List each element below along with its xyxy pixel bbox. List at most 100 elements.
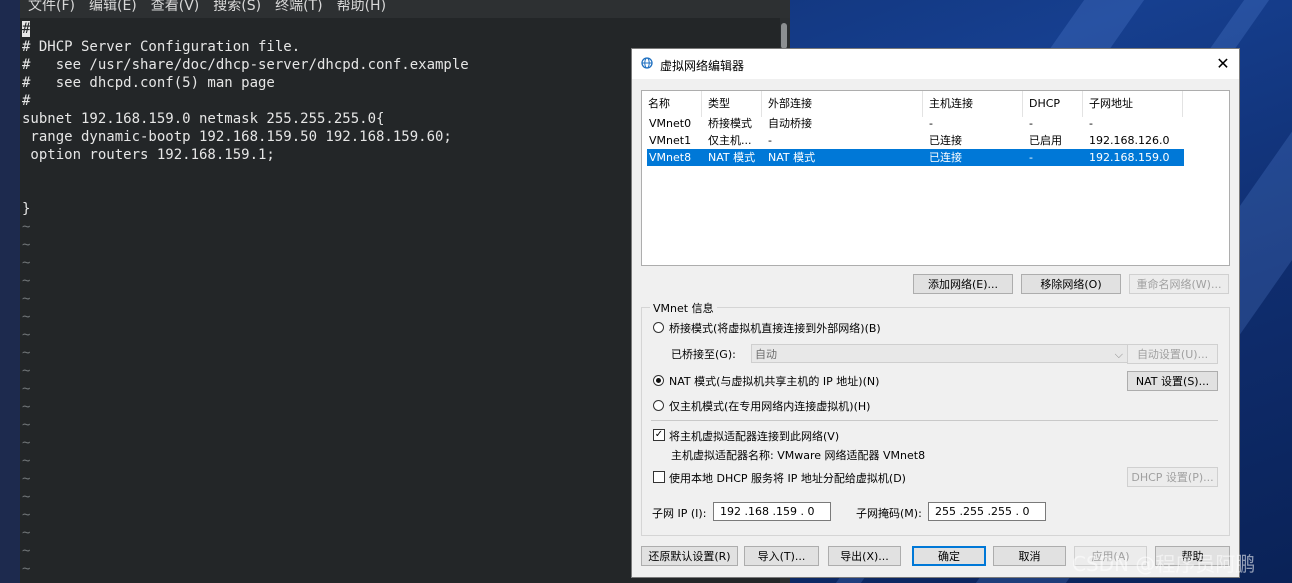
column-header-external[interactable]: 外部连接 [762, 91, 923, 117]
table-cell: 仅主机... [708, 134, 752, 147]
table-cell: 已连接 [929, 134, 962, 147]
bridge-mode-label[interactable]: 桥接模式(将虚拟机直接连接到外部网络)(B) [669, 320, 881, 336]
virtual-network-editor-dialog: 虚拟网络编辑器 ✕ 名称 类型 外部连接 主机连接 DHCP 子网地址 VMne… [631, 48, 1240, 578]
adapter-name-text: 主机虚拟适配器名称: VMware 网络适配器 VMnet8 [671, 449, 926, 462]
table-cell: NAT 模式 [768, 151, 816, 164]
auto-settings-button[interactable]: 自动设置(U)... [1127, 344, 1218, 364]
table-cell: 192.168.126.0 [1089, 134, 1170, 147]
remove-network-button[interactable]: 移除网络(O) [1021, 274, 1121, 294]
dialog-title: 虚拟网络编辑器 [660, 59, 745, 73]
empty-line-tilde: ~ [22, 309, 31, 325]
empty-line-tilde: ~ [22, 543, 31, 559]
close-button[interactable]: ✕ [1213, 54, 1233, 74]
empty-line-tilde: ~ [22, 417, 31, 433]
table-cell: 桥接模式 [708, 117, 752, 130]
empty-line-tilde: ~ [22, 471, 31, 487]
table-header: 名称 类型 外部连接 主机连接 DHCP 子网地址 [642, 91, 1229, 117]
dialog-titlebar: 虚拟网络编辑器 ✕ [632, 49, 1239, 79]
menu-search[interactable]: 搜索(S) [213, 0, 261, 18]
table-cell: 192.168.159.0 [1089, 151, 1170, 164]
connect-adapter-checkbox[interactable]: ✓ [653, 429, 665, 441]
table-row-selected[interactable]: VMnet8 NAT 模式 NAT 模式 已连接 - 192.168.159.0 [647, 149, 1184, 166]
bridge-mode-radio[interactable] [653, 322, 664, 333]
subnet-mask-label: 子网掩码(M): [856, 507, 922, 520]
empty-line-tilde: ~ [22, 561, 31, 577]
scrollbar-thumb[interactable] [781, 23, 787, 49]
table-cell: - [929, 117, 933, 130]
table-cell: - [768, 134, 772, 147]
table-row[interactable]: VMnet1 仅主机... - 已连接 已启用 192.168.126.0 [647, 132, 1184, 149]
table-cell: VMnet1 [649, 134, 692, 147]
terminal-line: option routers 192.168.159.1; [22, 147, 275, 163]
network-table[interactable]: 名称 类型 外部连接 主机连接 DHCP 子网地址 VMnet0 桥接模式 自动… [641, 90, 1230, 266]
terminal-menubar: 文件(F) 编辑(E) 查看(V) 搜索(S) 终端(T) 帮助(H) [20, 0, 790, 18]
dhcp-settings-button[interactable]: DHCP 设置(P)... [1127, 467, 1218, 487]
terminal-line: } [22, 201, 31, 217]
empty-line-tilde: ~ [22, 345, 31, 361]
empty-line-tilde: ~ [22, 453, 31, 469]
table-cell: 自动桥接 [768, 117, 812, 130]
menu-view[interactable]: 查看(V) [151, 0, 200, 18]
use-dhcp-checkbox[interactable] [653, 471, 665, 483]
terminal-line: # [22, 20, 469, 38]
divider [651, 420, 1218, 421]
menu-help[interactable]: 帮助(H) [337, 0, 386, 18]
table-cell: VMnet8 [649, 151, 692, 164]
empty-line-tilde: ~ [22, 381, 31, 397]
empty-line-tilde: ~ [22, 273, 31, 289]
empty-line-tilde: ~ [22, 399, 31, 415]
column-header-type[interactable]: 类型 [702, 91, 762, 117]
column-header-subnet[interactable]: 子网地址 [1083, 91, 1183, 117]
empty-line-tilde: ~ [22, 327, 31, 343]
table-cell: - [1089, 117, 1093, 130]
terminal-line: # DHCP Server Configuration file. [22, 39, 301, 55]
empty-line-tilde: ~ [22, 435, 31, 451]
bridged-to-value: 自动 [755, 348, 777, 361]
subnet-ip-field[interactable]: 192 .168 .159 . 0 [713, 502, 831, 521]
table-cell: 已启用 [1029, 134, 1062, 147]
connect-adapter-label[interactable]: 将主机虚拟适配器连接到此网络(V) [669, 428, 839, 444]
network-globe-icon [641, 57, 653, 69]
column-header-dhcp[interactable]: DHCP [1023, 91, 1083, 117]
desktop-left-strip [0, 0, 20, 583]
column-header-name[interactable]: 名称 [642, 91, 702, 117]
table-row[interactable]: VMnet0 桥接模式 自动桥接 - - - [647, 115, 1184, 132]
host-only-label[interactable]: 仅主机模式(在专用网络内连接虚拟机)(H) [669, 398, 870, 414]
restore-defaults-button[interactable]: 还原默认设置(R) [641, 546, 738, 566]
table-cell: VMnet0 [649, 117, 692, 130]
host-only-radio[interactable] [653, 400, 664, 411]
chevron-down-icon: ⌵ [1114, 348, 1123, 361]
ok-button[interactable]: 确定 [912, 546, 986, 566]
csdn-watermark: CSDN @程序员阿鹏 [1072, 552, 1256, 576]
terminal-line: # see /usr/share/doc/dhcp-server/dhcpd.c… [22, 57, 469, 73]
rename-network-button[interactable]: 重命名网络(W)... [1129, 274, 1229, 294]
table-cell: - [1029, 151, 1033, 164]
add-network-button[interactable]: 添加网络(E)... [913, 274, 1013, 294]
menu-file[interactable]: 文件(F) [28, 0, 75, 18]
nat-mode-radio[interactable] [653, 375, 664, 386]
menu-terminal[interactable]: 终端(T) [275, 0, 322, 18]
vmnet-info-group: VMnet 信息 桥接模式(将虚拟机直接连接到外部网络)(B) 已桥接至(G):… [641, 300, 1230, 536]
empty-line-tilde: ~ [22, 237, 31, 253]
nat-mode-label[interactable]: NAT 模式(与虚拟机共享主机的 IP 地址)(N) [669, 373, 879, 389]
terminal-line: range dynamic-bootp 192.168.159.50 192.1… [22, 129, 452, 145]
export-button[interactable]: 导出(X)... [828, 546, 901, 566]
terminal-cursor: # [22, 21, 31, 37]
use-dhcp-label[interactable]: 使用本地 DHCP 服务将 IP 地址分配给虚拟机(D) [669, 470, 906, 486]
empty-line-tilde: ~ [22, 219, 31, 235]
empty-line-tilde: ~ [22, 255, 31, 271]
empty-line-tilde: ~ [22, 507, 31, 523]
terminal-text-area[interactable]: # # DHCP Server Configuration file. # see … [22, 20, 469, 578]
column-header-host[interactable]: 主机连接 [923, 91, 1023, 117]
menu-edit[interactable]: 编辑(E) [89, 0, 137, 18]
cancel-button[interactable]: 取消 [993, 546, 1066, 566]
terminal-line: subnet 192.168.159.0 netmask 255.255.255… [22, 111, 385, 127]
empty-line-tilde: ~ [22, 291, 31, 307]
subnet-mask-field[interactable]: 255 .255 .255 . 0 [928, 502, 1046, 521]
bridged-to-select[interactable]: 自动 ⌵ [751, 344, 1128, 363]
empty-line-tilde: ~ [22, 363, 31, 379]
import-button[interactable]: 导入(T)... [744, 546, 819, 566]
nat-settings-button[interactable]: NAT 设置(S)... [1127, 371, 1218, 391]
